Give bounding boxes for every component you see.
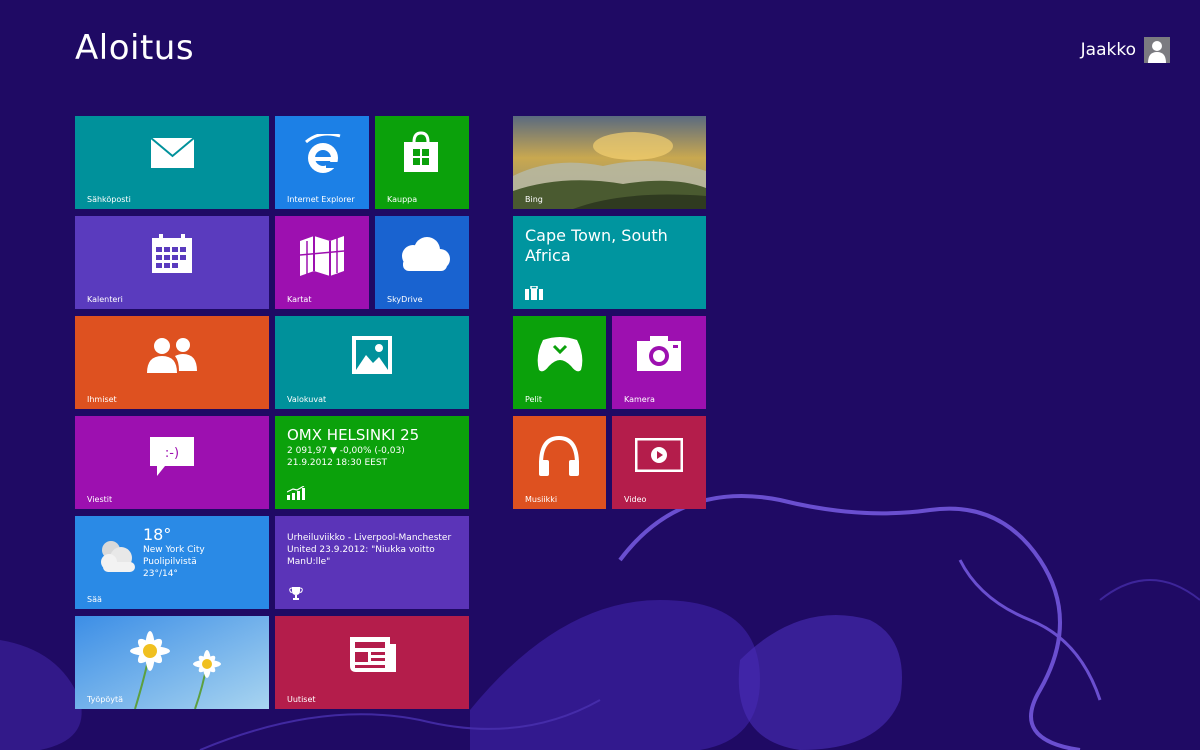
xbox-controller-icon [537,337,583,372]
store-bag-icon [404,131,438,172]
user-name: Jaakko [1080,40,1136,60]
tile-label: SkyDrive [387,295,423,304]
tile-travel[interactable]: Cape Town, South Africa [513,216,706,309]
headphones-icon [539,435,579,476]
tile-label: Viestit [87,495,113,504]
tile-label: Video [624,495,647,504]
travel-headline: Cape Town, South Africa [525,226,668,265]
tile-label: Musiikki [525,495,558,504]
user-account[interactable]: Jaakko [1081,37,1170,63]
tile-sports[interactable]: Urheiluviikko - Liverpool-Manchester Uni… [275,516,469,609]
newspaper-icon [350,637,396,672]
tile-store[interactable]: Kauppa [375,116,469,209]
weather-temperature: 18° [143,525,172,544]
stock-chart-icon [287,486,305,500]
partly-cloudy-icon [101,541,135,572]
picture-icon [352,336,392,374]
tile-messaging[interactable]: :-) Viestit [75,416,269,509]
tile-maps[interactable]: Kartat [275,216,369,309]
tile-news[interactable]: Uutiset [275,616,469,709]
tile-label: Valokuvat [287,395,327,404]
camera-icon [637,336,681,371]
finance-timestamp: 21.9.2012 18:30 EEST [287,458,388,468]
chat-bubble-icon: :-) [150,437,194,476]
tile-mail[interactable]: Sähköposti [75,116,269,209]
start-screen-title: Aloitus [75,28,195,68]
tile-music[interactable]: Musiikki [513,416,606,509]
weather-condition: Puolipilvistä [143,557,197,567]
tile-video[interactable]: Video [612,416,706,509]
tile-label: Kartat [287,295,312,304]
tile-calendar[interactable]: Kalenteri [75,216,269,309]
tile-internet-explorer[interactable]: Internet Explorer [275,116,369,209]
tile-label: Bing [525,195,543,204]
tile-photos[interactable]: Valokuvat [275,316,469,409]
tile-label: Työpöytä [87,695,124,704]
video-play-icon [635,438,683,472]
weather-city: New York City [143,545,205,555]
weather-range: 23°/14° [143,569,178,579]
internet-explorer-icon [305,134,341,173]
tile-desktop[interactable]: Työpöytä [75,616,269,709]
sports-headline: Urheiluviikko - Liverpool-Manchester Uni… [287,533,452,567]
tile-skydrive[interactable]: SkyDrive [375,216,469,309]
tile-label: Kauppa [387,195,418,204]
tile-label: Sähköposti [87,195,131,204]
suitcase-icon [525,286,543,300]
tile-label: Kalenteri [87,295,123,304]
tile-label: Kamera [624,395,655,404]
tile-label: Pelit [525,395,543,404]
svg-text::-): :-) [165,446,179,461]
tile-games[interactable]: Pelit [513,316,606,409]
finance-index-title: OMX HELSINKI 25 [287,426,420,444]
calendar-icon [152,234,192,273]
envelope-icon [150,137,195,168]
cloud-icon [402,237,450,271]
trophy-icon [289,587,303,600]
tile-label: Internet Explorer [287,195,355,204]
user-avatar-icon [1144,37,1170,63]
tile-people[interactable]: Ihmiset [75,316,269,409]
finance-quote: 2 091,97 ▼ -0,00% (-0,03) [287,446,405,456]
tile-label: Uutiset [287,695,316,704]
people-icon [147,338,197,373]
tile-label: Ihmiset [87,395,117,404]
tile-camera[interactable]: Kamera [612,316,706,409]
tile-label: Sää [87,595,102,604]
tile-bing[interactable]: Bing [513,116,706,209]
tile-weather[interactable]: 18° New York City Puolipilvistä 23°/14° … [75,516,269,609]
map-icon [299,236,345,276]
tile-finance[interactable]: OMX HELSINKI 25 2 091,97 ▼ -0,00% (-0,03… [275,416,469,509]
